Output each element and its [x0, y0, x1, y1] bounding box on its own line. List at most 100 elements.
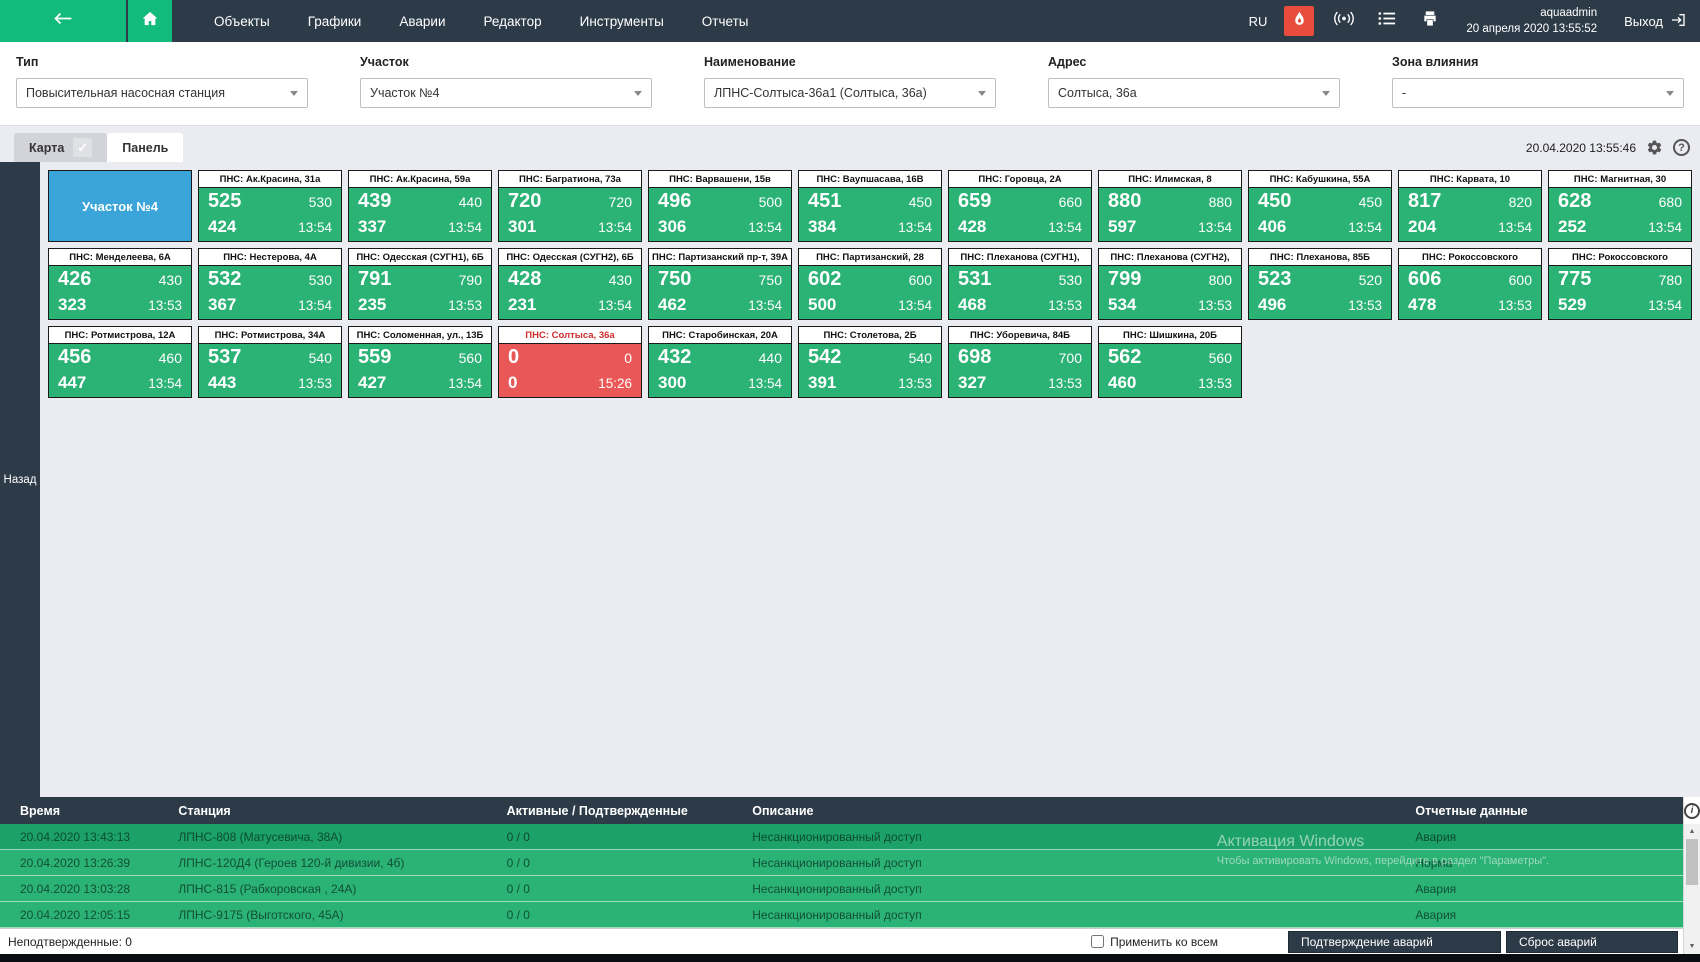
station-setpoint: 430: [159, 272, 182, 288]
alarm-counts: 0 / 0: [507, 856, 753, 870]
menu-item-reports[interactable]: Отчеты: [688, 14, 763, 29]
station-tile[interactable]: ПНС: Старобинская, 20А 432 440 300 13:54: [648, 326, 792, 398]
back-button[interactable]: [0, 0, 126, 42]
apply-all-checkbox[interactable]: [1091, 935, 1104, 948]
station-tile[interactable]: ПНС: Багратиона, 73а 720 720 301 13:54: [498, 170, 642, 242]
home-button[interactable]: [128, 0, 172, 42]
station-row-1: 451 450: [808, 190, 932, 213]
filter-name-select[interactable]: ЛПНС-Солтыса-36а1 (Солтыса, 36а): [704, 78, 996, 108]
menu-item-objects[interactable]: Объекты: [200, 14, 284, 29]
info-icon[interactable]: i: [1684, 803, 1700, 819]
filter-type-select[interactable]: Повысительная насосная станция: [16, 78, 308, 108]
station-name: ПНС: Рокоссовского: [1549, 249, 1691, 266]
station-tile[interactable]: ПНС: Кабушкина, 55А 450 450 406 13:54: [1248, 170, 1392, 242]
print-button[interactable]: [1417, 8, 1443, 34]
station-tile[interactable]: ПНС: Илимская, 8 880 880 597 13:54: [1098, 170, 1242, 242]
station-row-1: 799 800: [1108, 268, 1232, 291]
station-name: ПНС: Нестерова, 4А: [199, 249, 341, 266]
station-row-1: 0 0: [508, 346, 632, 369]
active-alarms-button[interactable]: [1284, 6, 1314, 36]
apply-all-checkbox-wrap: Применить ко всем: [1091, 935, 1218, 949]
station-tile[interactable]: ПНС: Одесская (СУГН1), 6Б 791 790 235 13…: [348, 248, 492, 320]
alarm-description: Несанкционированный доступ: [752, 882, 1415, 896]
filter-district-select[interactable]: Участок №4: [360, 78, 652, 108]
station-tile[interactable]: ПНС: Рокоссовского 606 600 478 13:53: [1398, 248, 1542, 320]
station-tile[interactable]: ПНС: Плеханова (СУГН1), 531 530 468 13:5…: [948, 248, 1092, 320]
filter-name: Наименование ЛПНС-Солтыса-36а1 (Солтыса,…: [704, 55, 996, 125]
station-tile[interactable]: ПНС: Варвашени, 15в 496 500 306 13:54: [648, 170, 792, 242]
station-tile[interactable]: ПНС: Менделеева, 6А 426 430 323 13:53: [48, 248, 192, 320]
station-setpoint: 520: [1359, 272, 1382, 288]
alarm-row[interactable]: 20.04.2020 13:03:28 ЛПНС-815 (Рабкоровск…: [0, 876, 1683, 902]
scroll-up-arrow[interactable]: ▲: [1684, 824, 1700, 839]
alarms-table-header: Время Станция Активные / Подтвержденные …: [0, 797, 1683, 824]
station-name: ПНС: Ротмистрова, 34А: [199, 327, 341, 344]
sidebar-back-button[interactable]: Назад: [0, 162, 40, 797]
menu-item-charts[interactable]: Графики: [294, 14, 376, 29]
station-tile[interactable]: ПНС: Ак.Красина, 31а 525 530 424 13:54: [198, 170, 342, 242]
station-row-2: 306 13:54: [658, 217, 782, 237]
tab-panel[interactable]: Панель: [107, 133, 183, 162]
station-value-main: 428: [508, 268, 541, 291]
printer-icon: [1421, 10, 1439, 32]
settings-gear-icon[interactable]: [1646, 139, 1663, 156]
menu-item-tools[interactable]: Инструменты: [566, 14, 678, 29]
station-update-time: 13:54: [1048, 220, 1082, 235]
station-tile[interactable]: ПНС: Рокоссовского 775 780 529 13:54: [1548, 248, 1692, 320]
filter-zone-select[interactable]: -: [1392, 78, 1684, 108]
tab-map[interactable]: Карта ✓: [14, 133, 107, 162]
station-value-main: 799: [1108, 268, 1141, 291]
station-setpoint: 800: [1209, 272, 1232, 288]
station-tile[interactable]: ПНС: Партизанский пр-т, 39А 750 750 462 …: [648, 248, 792, 320]
station-value-secondary: 384: [808, 217, 836, 237]
logout-button[interactable]: Выход: [1624, 12, 1686, 31]
group-tile[interactable]: Участок №4: [48, 170, 192, 242]
filter-address-select[interactable]: Солтыса, 36а: [1048, 78, 1340, 108]
station-name: ПНС: Одесская (СУГН2), 6Б: [499, 249, 641, 266]
station-setpoint: 880: [1209, 194, 1232, 210]
station-row-1: 531 530: [958, 268, 1082, 291]
confirm-alarms-button[interactable]: Подтверждение аварий: [1288, 931, 1501, 953]
station-row-2: 496 13:53: [1258, 295, 1382, 315]
reset-alarms-button[interactable]: Сброс аварий: [1506, 931, 1678, 953]
station-tile[interactable]: ПНС: Шишкина, 20Б 562 560 460 13:53: [1098, 326, 1242, 398]
tab-bar: Карта ✓ Панель 20.04.2020 13:55:46 ?: [0, 126, 1700, 162]
scrollbar-thumb[interactable]: [1686, 839, 1698, 885]
station-tile[interactable]: ПНС: Карвата, 10 817 820 204 13:54: [1398, 170, 1542, 242]
col-time: Время: [0, 804, 178, 818]
station-tile[interactable]: ПНС: Горовца, 2А 659 660 428 13:54: [948, 170, 1092, 242]
scrollbar-track[interactable]: [1684, 839, 1700, 939]
station-tile[interactable]: ПНС: Ак.Красина, 59а 439 440 337 13:54: [348, 170, 492, 242]
alarm-row[interactable]: 20.04.2020 13:43:13 ЛПНС-808 (Матусевича…: [0, 824, 1683, 850]
station-tile[interactable]: ПНС: Солтыса, 36а 0 0 0 15:26: [498, 326, 642, 398]
station-tile[interactable]: ПНС: Уборевича, 84Б 698 700 327 13:53: [948, 326, 1092, 398]
station-tile[interactable]: ПНС: Нестерова, 4А 532 530 367 13:54: [198, 248, 342, 320]
station-tile[interactable]: ПНС: Магнитная, 30 628 680 252 13:54: [1548, 170, 1692, 242]
current-datetime: 20 апреля 2020 13:55:52: [1466, 21, 1597, 37]
menu-item-alarms[interactable]: Аварии: [385, 14, 459, 29]
broadcast-button[interactable]: [1331, 8, 1357, 34]
station-tile[interactable]: ПНС: Ротмистрова, 12А 456 460 447 13:54: [48, 326, 192, 398]
station-tile[interactable]: ПНС: Ваупшасава, 16В 451 450 384 13:54: [798, 170, 942, 242]
event-list-button[interactable]: [1374, 8, 1400, 34]
station-tile[interactable]: ПНС: Партизанский, 28 602 600 500 13:54: [798, 248, 942, 320]
alarm-row[interactable]: 20.04.2020 12:05:15 ЛПНС-9175 (Выготског…: [0, 902, 1683, 928]
station-tile[interactable]: ПНС: Плеханова, 85Б 523 520 496 13:53: [1248, 248, 1392, 320]
bottom-edge-strip: [0, 954, 1700, 962]
station-update-time: 13:53: [148, 298, 182, 313]
station-tile[interactable]: ПНС: Соломенная, ул., 13Б 559 560 427 13…: [348, 326, 492, 398]
station-tile[interactable]: ПНС: Столетова, 2Б 542 540 391 13:53: [798, 326, 942, 398]
station-tile[interactable]: ПНС: Одесская (СУГН2), 6Б 428 430 231 13…: [498, 248, 642, 320]
scroll-down-arrow[interactable]: ▼: [1684, 939, 1700, 954]
tiles-grid: Участок №4 ПНС: Ак.Красина, 31а 525 530 …: [40, 162, 1700, 797]
back-arrow-icon: [53, 11, 73, 31]
station-name: ПНС: Кабушкина, 55А: [1249, 171, 1391, 188]
station-tile[interactable]: ПНС: Ротмистрова, 34А 537 540 443 13:53: [198, 326, 342, 398]
alarm-report-status: Авария: [1415, 830, 1683, 844]
station-value-main: 426: [58, 268, 91, 291]
menu-item-editor[interactable]: Редактор: [469, 14, 555, 29]
language-switch[interactable]: RU: [1249, 14, 1268, 29]
help-icon[interactable]: ?: [1673, 139, 1690, 156]
station-tile[interactable]: ПНС: Плеханова (СУГН2), 799 800 534 13:5…: [1098, 248, 1242, 320]
alarm-row[interactable]: 20.04.2020 13:26:39 ЛПНС-120Д4 (Героев 1…: [0, 850, 1683, 876]
